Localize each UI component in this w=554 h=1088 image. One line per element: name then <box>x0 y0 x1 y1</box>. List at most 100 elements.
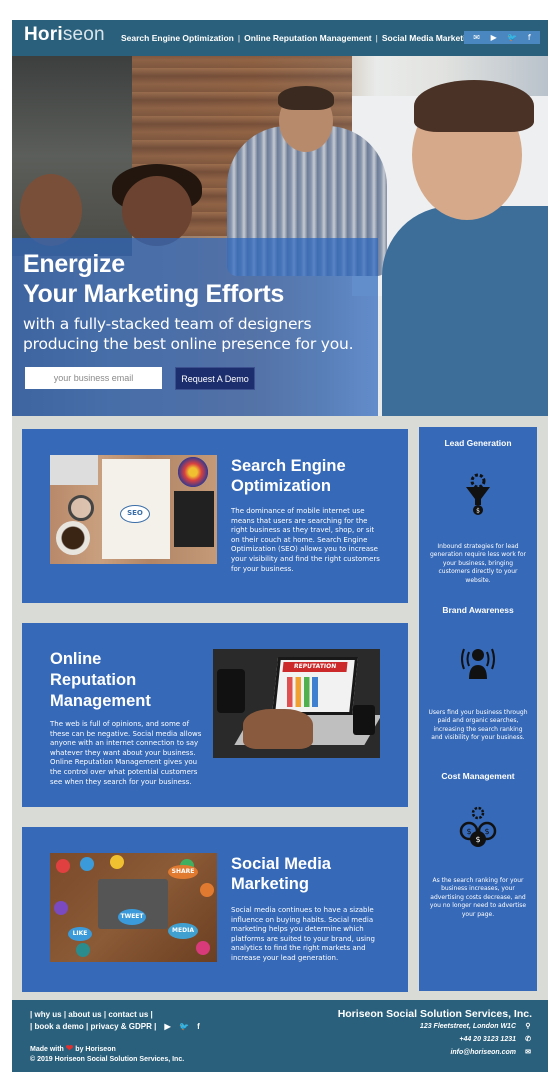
nav-link-smm[interactable]: Social Media Marketing <box>382 33 476 43</box>
orm-body: The web is full of opinions, and some of… <box>50 720 202 786</box>
orm-title-line1: Online <box>50 650 102 668</box>
footer-address: 123 Fleetstreet, London W1C ⚲ <box>420 1022 534 1030</box>
hero-title-line1: Energize <box>23 250 125 278</box>
smm-title-line1: Social Media <box>231 855 331 873</box>
copyright: © 2019 Horiseon Social Solution Services… <box>30 1056 185 1063</box>
like-bubble-graphic: LIKE <box>68 927 92 941</box>
envelope-icon: ✉ <box>525 1049 531 1056</box>
footer-link-about-us[interactable]: about us <box>68 1010 101 1019</box>
hero-subtitle-line2: producing the best online presence for y… <box>23 335 354 353</box>
hero-photo-person <box>382 206 548 416</box>
notebook-graphic <box>174 491 214 547</box>
nav-link-orm[interactable]: Online Reputation Management <box>244 33 372 43</box>
made-with-suffix: by Horiseon <box>75 1046 116 1053</box>
coffee-cup-graphic <box>56 521 90 555</box>
magnifier-graphic <box>68 495 94 521</box>
seo-title: Search Engine Optimization <box>231 456 346 496</box>
brand-awareness-icon <box>461 648 495 679</box>
keyboard-graphic <box>50 455 98 485</box>
made-with-prefix: Made with <box>30 1046 64 1053</box>
seo-title-line1: Search Engine <box>231 457 346 475</box>
footer-links-row1: | why us | about us | contact us | <box>30 1010 153 1019</box>
facebook-icon[interactable]: f <box>528 31 531 44</box>
cost-coins-icon: $ $ $ <box>459 806 497 847</box>
nav-separator: | <box>375 33 378 43</box>
cost-management-body: As the search ranking for your business … <box>429 877 527 918</box>
footer-email-text[interactable]: info@horiseon.com <box>450 1049 516 1056</box>
lead-generation-title: Lead Generation <box>444 438 512 448</box>
footer-links: | why us | about us | contact us | | boo… <box>30 1009 200 1033</box>
svg-text:$: $ <box>475 835 480 844</box>
cost-management-title: Cost Management <box>441 771 515 781</box>
footer-phone: +44 20 3123 1231 ✆ <box>459 1035 534 1043</box>
reputation-banner-graphic: REPUTATION <box>282 662 348 672</box>
tweet-bubble-graphic: TWEET <box>118 909 146 925</box>
mug-graphic <box>353 705 375 735</box>
hero-title: Energize Your Marketing Efforts <box>23 249 284 309</box>
footer-link-privacy[interactable]: privacy & GDPR <box>91 1022 152 1031</box>
email-input[interactable] <box>25 367 162 389</box>
smm-section: SHARE TWEET LIKE MEDIA Social Media Mark… <box>22 827 408 992</box>
logo-rest: seon <box>62 24 105 45</box>
flower-graphic <box>178 457 208 487</box>
site-footer: | why us | about us | contact us | | boo… <box>12 1000 548 1072</box>
smm-title: Social Media Marketing <box>231 854 331 894</box>
social-badge-graphic <box>56 859 70 873</box>
orm-title-line3: Management <box>50 692 151 710</box>
footer-phone-text[interactable]: +44 20 3123 1231 <box>459 1036 516 1043</box>
hero: Energize Your Marketing Efforts with a f… <box>12 56 548 416</box>
footer-credits: Made with ❤ by Horiseon © 2019 Horiseon … <box>30 1043 184 1065</box>
main-nav: Search Engine Optimization | Online Reputa… <box>121 33 476 43</box>
site-header: Horiseon Search Engine Optimization | Onli… <box>12 20 548 56</box>
twitter-icon[interactable]: 🐦 <box>507 31 517 44</box>
smm-image: SHARE TWEET LIKE MEDIA <box>50 853 217 962</box>
brand-awareness-title: Brand Awareness <box>442 605 514 615</box>
hero-subtitle-line1: with a fully-stacked team of designers <box>23 315 312 333</box>
youtube-icon[interactable]: ▶ <box>491 31 497 44</box>
logo[interactable]: Horiseon <box>24 24 105 46</box>
footer-company-name: Horiseon Social Solution Services, Inc. <box>337 1008 532 1020</box>
social-badge-graphic <box>110 855 124 869</box>
svg-text:$: $ <box>476 508 480 515</box>
hero-photo-person <box>122 176 192 246</box>
footer-email: info@horiseon.com ✉ <box>450 1048 534 1056</box>
hero-photo-person <box>414 80 534 132</box>
seo-image: SEO <box>50 455 217 564</box>
brand-awareness-body: Users find your business through paid an… <box>428 709 528 742</box>
orm-title: Online Reputation Management <box>50 649 151 712</box>
smm-title-line2: Marketing <box>231 875 309 893</box>
seo-title-line2: Optimization <box>231 477 331 495</box>
facebook-icon[interactable]: f <box>197 1021 200 1033</box>
hero-subtitle: with a fully-stacked team of designers p… <box>23 314 354 354</box>
social-badge-graphic <box>80 857 94 871</box>
youtube-icon[interactable]: ▶ <box>165 1021 171 1033</box>
svg-text:$: $ <box>484 827 489 836</box>
hands-graphic <box>243 709 313 749</box>
phone-icon: ✆ <box>525 1036 531 1043</box>
heart-icon: ❤ <box>65 1043 74 1053</box>
social-badge-graphic <box>54 901 68 915</box>
phone-graphic <box>217 669 245 713</box>
seo-section: SEO Search Engine Optimization The domin… <box>22 429 408 603</box>
benefits-sidebar: Lead Generation $ Inbound strategies for… <box>419 427 537 991</box>
footer-link-why-us[interactable]: why us <box>34 1010 61 1019</box>
logo-first: Hori <box>24 24 63 45</box>
request-demo-button[interactable]: Request A Demo <box>175 367 255 390</box>
seo-cloud-graphic: SEO <box>120 505 150 523</box>
footer-link-book-demo[interactable]: book a demo <box>34 1022 83 1031</box>
smm-body: Social media continues to have a sizable… <box>231 906 375 962</box>
lead-funnel-icon: $ <box>466 473 490 515</box>
orm-image: REPUTATION <box>213 649 380 758</box>
footer-link-contact-us[interactable]: contact us <box>108 1010 148 1019</box>
seo-body: The dominance of mobile internet use mea… <box>231 507 380 573</box>
svg-text:$: $ <box>466 827 471 836</box>
twitter-icon[interactable]: 🐦 <box>179 1021 189 1033</box>
footer-links-row2: | book a demo | privacy & GDPR | ▶ 🐦 f <box>30 1021 200 1033</box>
hero-photo-person <box>278 86 334 110</box>
nav-link-seo[interactable]: Search Engine Optimization <box>121 33 234 43</box>
location-pin-icon: ⚲ <box>525 1023 531 1030</box>
email-icon[interactable]: ✉ <box>473 31 480 44</box>
orm-title-line2: Reputation <box>50 671 137 689</box>
lead-generation-body: Inbound strategies for lead generation r… <box>430 543 526 584</box>
social-badge-graphic <box>200 883 214 897</box>
